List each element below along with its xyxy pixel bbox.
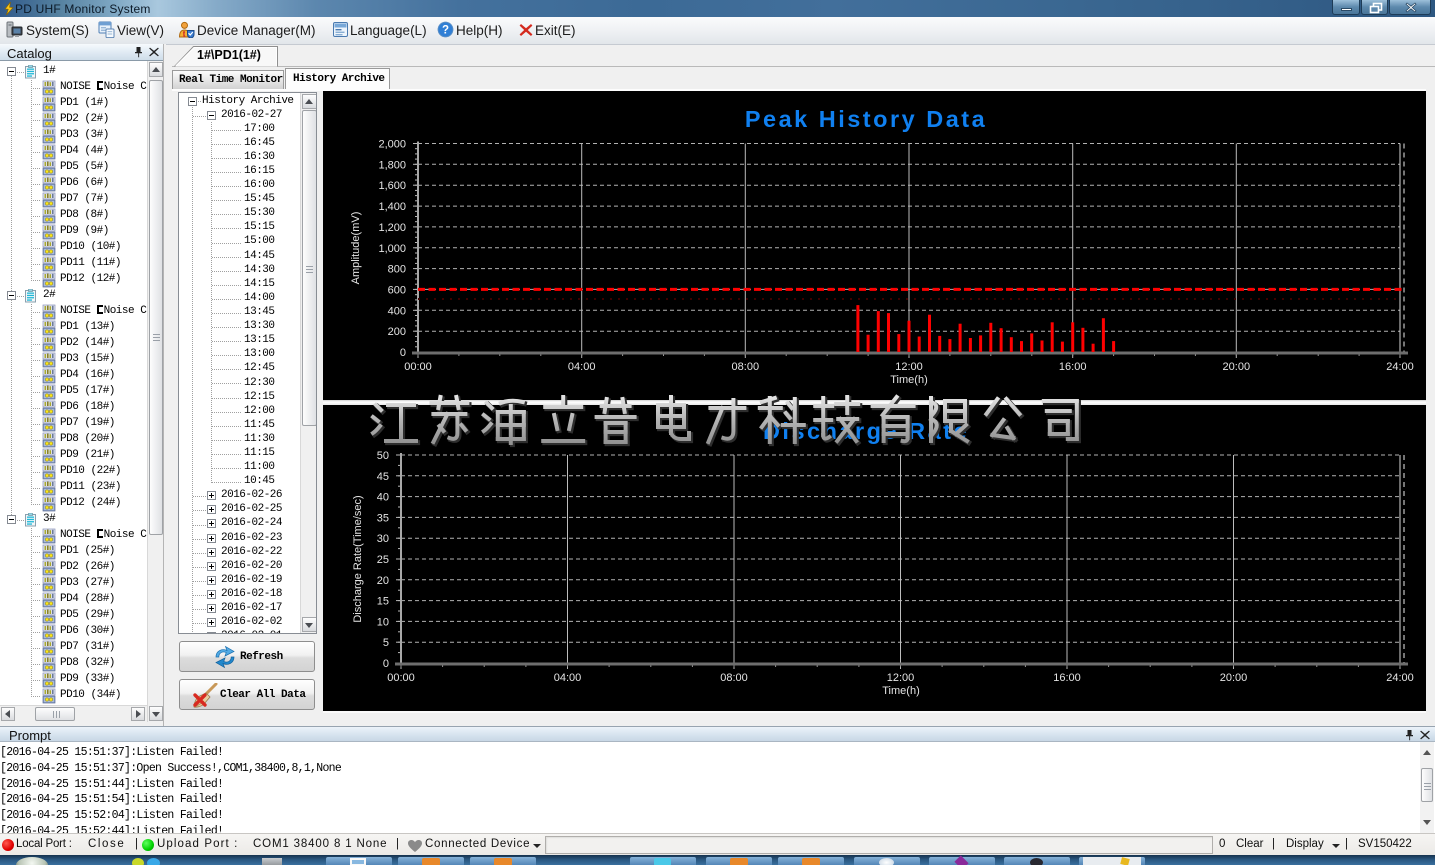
svg-text:20:00: 20:00 (1223, 361, 1251, 373)
svg-text:08:00: 08:00 (720, 672, 748, 684)
svg-text:04:00: 04:00 (554, 672, 582, 684)
svg-text:12:00: 12:00 (895, 361, 923, 373)
svg-text:800: 800 (388, 264, 406, 276)
svg-text:Time(h): Time(h) (882, 685, 919, 697)
svg-text:12:00: 12:00 (887, 672, 915, 684)
svg-text:Peak History Data: Peak History Data (745, 106, 987, 132)
svg-text:15: 15 (377, 596, 389, 608)
svg-text:24:00: 24:00 (1386, 672, 1414, 684)
svg-text:1,000: 1,000 (378, 243, 406, 255)
svg-text:40: 40 (377, 492, 389, 504)
svg-text:35: 35 (377, 512, 389, 524)
svg-text:00:00: 00:00 (404, 361, 432, 373)
svg-text:1,600: 1,600 (378, 180, 406, 192)
svg-text:Discharge Rate(Time/sec): Discharge Rate(Time/sec) (352, 495, 364, 622)
svg-text:20: 20 (377, 575, 389, 587)
svg-text:50: 50 (377, 450, 389, 462)
svg-text:400: 400 (388, 305, 406, 317)
svg-text:04:00: 04:00 (568, 361, 596, 373)
svg-text:10: 10 (377, 616, 389, 628)
svg-text:16:00: 16:00 (1059, 361, 1087, 373)
svg-text:25: 25 (377, 554, 389, 566)
svg-text:1,200: 1,200 (378, 222, 406, 234)
svg-text:08:00: 08:00 (732, 361, 760, 373)
svg-text:1,800: 1,800 (378, 159, 406, 171)
svg-text:Time(h): Time(h) (890, 374, 927, 386)
svg-text:24:00: 24:00 (1386, 361, 1414, 373)
svg-text:20:00: 20:00 (1220, 672, 1248, 684)
svg-text:00:00: 00:00 (387, 672, 415, 684)
svg-text:0: 0 (383, 658, 389, 670)
svg-text:2,000: 2,000 (378, 139, 406, 151)
svg-text:1,400: 1,400 (378, 201, 406, 213)
svg-text:45: 45 (377, 471, 389, 483)
svg-text:16:00: 16:00 (1053, 672, 1081, 684)
svg-text:30: 30 (377, 533, 389, 545)
svg-text:?: ? (442, 25, 449, 37)
svg-text:0: 0 (400, 347, 406, 359)
svg-text:5: 5 (383, 637, 389, 649)
svg-text:600: 600 (388, 284, 406, 296)
svg-text:Amplitude(mV): Amplitude(mV) (350, 212, 362, 285)
svg-text:200: 200 (388, 326, 406, 338)
